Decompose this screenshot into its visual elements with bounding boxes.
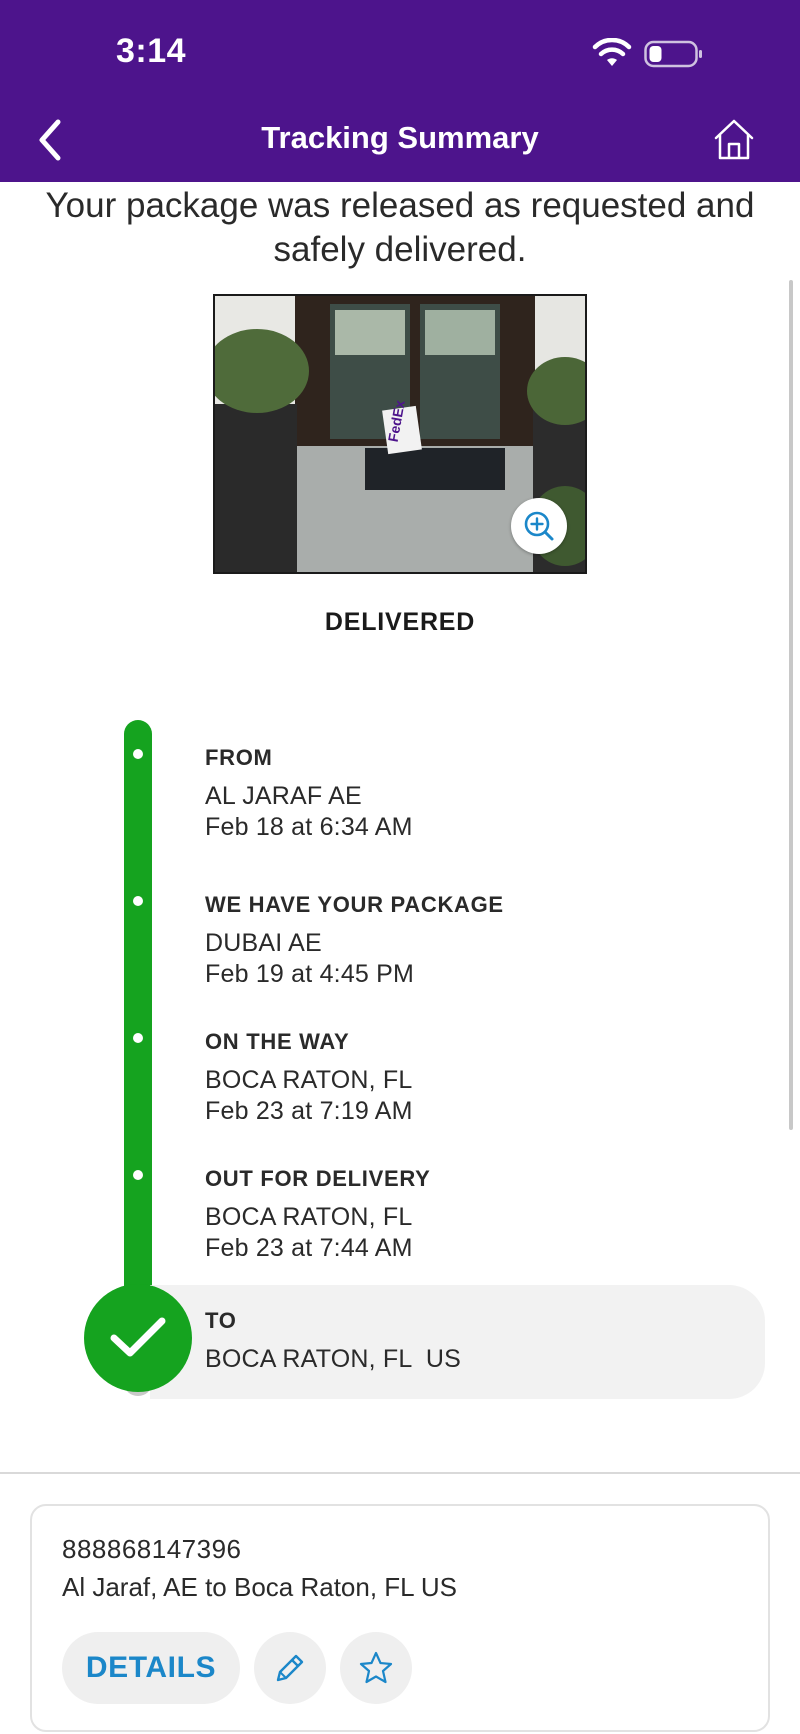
- timeline-event-picked-up: WE HAVE YOUR PACKAGE DUBAI AE Feb 19 at …: [205, 892, 504, 990]
- edit-button[interactable]: [254, 1632, 326, 1704]
- zoom-button[interactable]: [511, 498, 567, 554]
- pencil-icon: [276, 1654, 304, 1682]
- wifi-icon: [592, 38, 632, 66]
- event-title: WE HAVE YOUR PACKAGE: [205, 892, 504, 917]
- event-time: Feb 19 at 4:45 PM: [205, 960, 415, 988]
- scrollbar[interactable]: [789, 280, 793, 1130]
- timeline-dot: [133, 896, 143, 906]
- event-location: BOCA RATON, FL: [205, 1203, 413, 1231]
- event-location: BOCA RATON, FL: [205, 1066, 413, 1094]
- home-icon[interactable]: [712, 116, 756, 164]
- timeline-dot: [133, 1170, 143, 1180]
- event-location: AL JARAF AE: [205, 782, 362, 810]
- checkmark-icon: [110, 1317, 166, 1357]
- page-title: Tracking Summary: [261, 120, 539, 155]
- divider: [0, 1472, 800, 1474]
- event-title: OUT FOR DELIVERY: [205, 1166, 431, 1191]
- shipment-card[interactable]: 888868147396 Al Jaraf, AE to Boca Raton,…: [30, 1504, 770, 1732]
- event-title: ON THE WAY: [205, 1029, 350, 1054]
- shipment-route: Al Jaraf, AE to Boca Raton, FL US: [62, 1572, 458, 1602]
- event-title: TO: [205, 1308, 237, 1333]
- timeline-dot: [133, 1033, 143, 1043]
- timeline-event-on-the-way: ON THE WAY BOCA RATON, FL Feb 23 at 7:19…: [205, 1029, 413, 1127]
- battery-icon: [644, 40, 702, 68]
- app-header: 3:14 Tracking Summary: [0, 0, 800, 182]
- event-time: Feb 23 at 7:44 AM: [205, 1234, 413, 1262]
- details-button[interactable]: DETAILS: [62, 1632, 240, 1704]
- timeline-event-out-for-delivery: OUT FOR DELIVERY BOCA RATON, FL Feb 23 a…: [205, 1166, 431, 1264]
- event-location: DUBAI AE: [205, 929, 322, 957]
- star-icon: [359, 1651, 393, 1684]
- status-time: 3:14: [116, 32, 187, 70]
- tracking-number: 888868147396: [62, 1534, 242, 1564]
- delivery-message: Your package was released as requested a…: [45, 186, 755, 269]
- timeline-event-from: FROM AL JARAF AE Feb 18 at 6:34 AM: [205, 745, 413, 843]
- delivered-check-badge: [84, 1284, 192, 1392]
- timeline-event-to: TO BOCA RATON, FL US: [205, 1308, 461, 1375]
- delivery-status: DELIVERED: [324, 608, 476, 636]
- event-time: Feb 23 at 7:19 AM: [205, 1097, 413, 1125]
- favorite-button[interactable]: [340, 1632, 412, 1704]
- event-time: Feb 18 at 6:34 AM: [205, 813, 413, 841]
- event-title: FROM: [205, 745, 273, 770]
- event-location: BOCA RATON, FL US: [205, 1345, 461, 1373]
- timeline-dot: [133, 749, 143, 759]
- zoom-in-icon: [524, 511, 554, 541]
